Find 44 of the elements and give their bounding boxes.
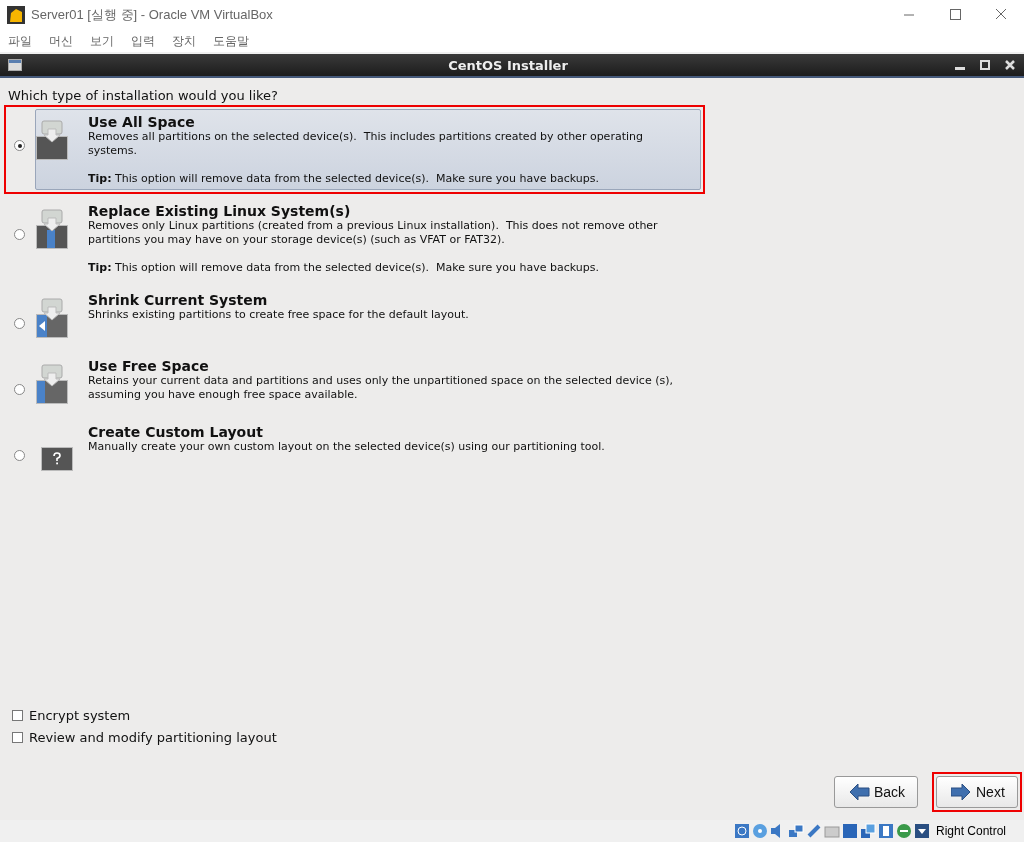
close-icon[interactable] <box>1004 59 1016 71</box>
left-arrow-icon <box>848 783 870 801</box>
menu-item[interactable]: 입력 <box>131 32 155 50</box>
option-title: Create Custom Layout <box>88 424 264 440</box>
optical-disc-icon[interactable] <box>751 823 768 839</box>
disk-question-icon <box>41 447 73 471</box>
installer-title: CentOS Installer <box>447 57 569 73</box>
radio-button[interactable] <box>14 318 25 329</box>
option-title: Replace Existing Linux System(s) <box>88 203 352 219</box>
radio-button[interactable] <box>14 384 25 395</box>
menu-item[interactable]: 머신 <box>49 32 73 50</box>
display-icon[interactable] <box>841 823 858 839</box>
option-description: Shrinks existing partitions to create free space for the default layout. <box>88 308 470 322</box>
next-button[interactable]: Next <box>936 776 1018 808</box>
menu-item[interactable]: 도움말 <box>213 32 249 50</box>
option-tip: Tip: This option will remove data from the selected device(s). Make sure you have backups. <box>88 261 600 274</box>
option-description: Removes only Linux partitions (created from a previous Linux installation). This does not remove other partitions you may have on your storage device(s) (such as VFAT or FAT32). <box>88 219 659 247</box>
radio-button[interactable] <box>14 229 25 240</box>
question-text: Which type of installation would you like? <box>8 88 279 103</box>
option-description: Manually create your own custom layout on the selected device(s) using our partitioning tool. <box>88 440 606 454</box>
virtualbox-logo-icon <box>7 6 25 24</box>
checkbox-label[interactable]: Review and modify partitioning layout <box>29 729 277 745</box>
radio-button[interactable] <box>14 450 25 461</box>
option-tip: Tip: This option will remove data from the selected device(s). Make sure you have backups. <box>88 172 600 185</box>
checkbox[interactable] <box>12 709 23 721</box>
windows-icon[interactable] <box>859 823 876 839</box>
checkbox-label[interactable]: Encrypt system <box>29 707 131 723</box>
network-icon[interactable] <box>787 823 804 839</box>
menu-item[interactable]: 장치 <box>172 32 196 50</box>
checkbox[interactable] <box>12 731 23 743</box>
option-title: Use Free Space <box>88 358 210 374</box>
right-arrow-icon <box>951 783 972 801</box>
back-button[interactable]: Back <box>833 776 918 808</box>
option-title: Use All Space <box>88 114 196 130</box>
option-description: Removes all partitions on the selected device(s). This includes partitions created by other operating systems. <box>88 130 644 158</box>
menu-item[interactable]: 파일 <box>8 32 32 50</box>
radio-button[interactable] <box>14 140 25 151</box>
window-icon <box>8 59 22 71</box>
host-key-label: Right Control <box>935 824 1006 838</box>
option-description: Retains your current data and partitions and uses only the unpartitioned space on the selected device (s), assuming you have enough free space available. <box>88 374 674 402</box>
maximize-icon[interactable] <box>979 59 991 71</box>
menu-item[interactable]: 보기 <box>90 32 114 50</box>
window-title: Server01 [실행 중] - Oracle VM VirtualBox <box>31 6 274 24</box>
option-title: Shrink Current System <box>88 292 269 308</box>
